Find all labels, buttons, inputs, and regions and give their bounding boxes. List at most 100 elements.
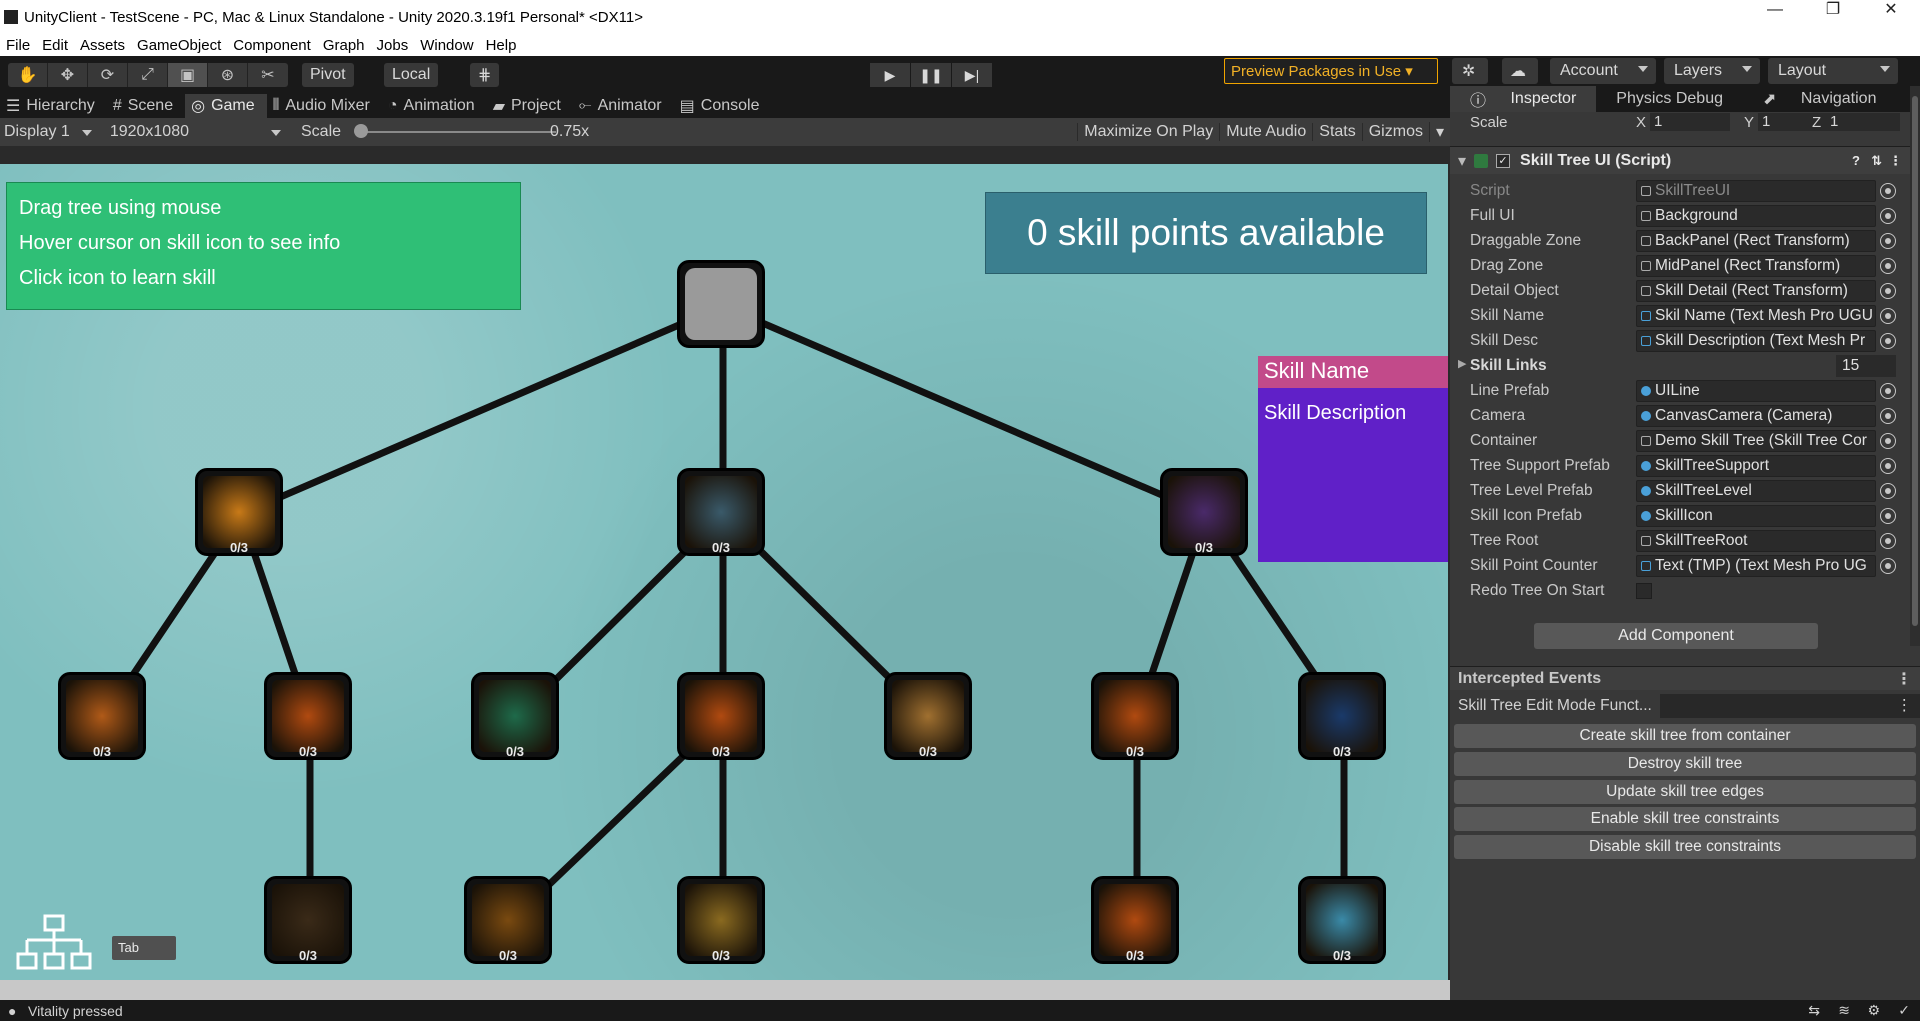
- object-picker-icon[interactable]: [1880, 207, 1896, 224]
- tab-skill-tree-edit-mode[interactable]: Skill Tree Edit Mode Funct...: [1450, 694, 1660, 718]
- skill-node[interactable]: 0/3: [677, 672, 765, 760]
- tab-project[interactable]: ▰ Project: [487, 94, 573, 118]
- menu-assets[interactable]: Assets: [74, 37, 131, 54]
- object-picker-icon[interactable]: [1880, 507, 1896, 524]
- menu-window[interactable]: Window: [414, 37, 479, 54]
- menu-graph[interactable]: Graph: [317, 37, 371, 54]
- skill-node[interactable]: 0/3: [464, 876, 552, 964]
- object-picker-icon[interactable]: [1880, 257, 1896, 274]
- tree-root-field[interactable]: SkillTreeRoot: [1636, 529, 1876, 552]
- close-button[interactable]: ✕: [1862, 0, 1920, 20]
- custom-tool-icon[interactable]: ✂: [248, 63, 288, 87]
- skill-node[interactable]: 0/3: [58, 672, 146, 760]
- drag-zone-field[interactable]: MidPanel (Rect Transform): [1636, 254, 1876, 277]
- skill-node[interactable]: 0/3: [1091, 876, 1179, 964]
- debug-icon[interactable]: ⚙: [1867, 1002, 1880, 1019]
- collab-icon[interactable]: ✲: [1452, 58, 1488, 84]
- step-icon[interactable]: ▶|: [952, 63, 992, 87]
- tab-navigation[interactable]: ⬈ Navigation: [1743, 86, 1896, 112]
- scale-tool-icon[interactable]: ⤢: [128, 63, 168, 87]
- field-row-skill-links[interactable]: ▶ Skill Links 15: [1450, 353, 1910, 378]
- scale-x-field[interactable]: 1: [1650, 113, 1730, 131]
- cloud-icon[interactable]: ☁: [1502, 58, 1538, 84]
- resolution-dropdown[interactable]: 1920x1080: [106, 123, 289, 141]
- create-skill-tree-button[interactable]: Create skill tree from container: [1454, 724, 1916, 748]
- foldout-arrow-icon[interactable]: ▾: [1458, 151, 1466, 171]
- layers-dropdown[interactable]: Layers: [1664, 58, 1760, 84]
- update-skill-tree-edges-button[interactable]: Update skill tree edges: [1454, 780, 1916, 804]
- object-picker-icon[interactable]: [1880, 332, 1896, 349]
- tab-audio-mixer[interactable]: ⫴ Audio Mixer: [267, 94, 382, 118]
- menu-component[interactable]: Component: [227, 37, 317, 54]
- skill-node[interactable]: 0/3: [264, 876, 352, 964]
- component-header[interactable]: ▾ ✓ Skill Tree UI (Script) ? ⇅ ⋮: [1450, 146, 1910, 174]
- draggable-zone-field[interactable]: BackPanel (Rect Transform): [1636, 229, 1876, 252]
- enabled-checkbox[interactable]: ✓: [1496, 153, 1511, 168]
- minimize-button[interactable]: —: [1746, 0, 1804, 20]
- skill-node[interactable]: 0/3: [677, 468, 765, 556]
- hand-tool-icon[interactable]: ✋: [8, 63, 48, 87]
- skill-tree-canvas[interactable]: Drag tree using mouse Hover cursor on sk…: [0, 164, 1448, 980]
- more-options-icon[interactable]: ⋮: [1889, 153, 1902, 169]
- tab-game[interactable]: ◎ Game: [185, 94, 267, 118]
- help-icon[interactable]: ?: [1852, 153, 1860, 168]
- pivot-toggle[interactable]: Pivot: [302, 63, 354, 87]
- scale-slider-track[interactable]: [356, 131, 556, 133]
- menu-edit[interactable]: Edit: [36, 37, 74, 54]
- stats-toggle[interactable]: Stats: [1312, 123, 1361, 141]
- object-picker-icon[interactable]: [1880, 382, 1896, 399]
- check-icon[interactable]: ✓: [1898, 1002, 1910, 1019]
- full-ui-field[interactable]: Background: [1636, 204, 1876, 227]
- tab-scene[interactable]: # Scene: [107, 94, 185, 118]
- gizmos-dropdown-icon[interactable]: ▾: [1428, 122, 1450, 142]
- local-toggle[interactable]: Local: [384, 63, 439, 87]
- tab-inspector[interactable]: ⓘ Inspector: [1450, 86, 1597, 112]
- menu-file[interactable]: File: [0, 37, 36, 54]
- scale-z-field[interactable]: 1: [1826, 113, 1900, 131]
- skill-node[interactable]: 0/3: [677, 876, 765, 964]
- tab-animation[interactable]: ◔ Animation: [382, 94, 487, 118]
- skill-node[interactable]: 0/3: [1298, 672, 1386, 760]
- scrollbar-thumb[interactable]: [1912, 96, 1918, 626]
- account-dropdown[interactable]: Account: [1550, 58, 1656, 84]
- menu-jobs[interactable]: Jobs: [371, 37, 415, 54]
- object-picker-icon[interactable]: [1880, 232, 1896, 249]
- skill-node[interactable]: 0/3: [195, 468, 283, 556]
- foldout-arrow-icon[interactable]: ▶: [1458, 357, 1466, 370]
- skill-node[interactable]: 0/3: [1091, 672, 1179, 760]
- skill-tree-root[interactable]: [677, 260, 765, 348]
- object-picker-icon[interactable]: [1880, 282, 1896, 299]
- tab-hierarchy[interactable]: ☰ Hierarchy: [0, 94, 107, 118]
- object-picker-icon[interactable]: [1880, 432, 1896, 449]
- scale-slider-handle[interactable]: [354, 124, 368, 138]
- destroy-skill-tree-button[interactable]: Destroy skill tree: [1454, 752, 1916, 776]
- tree-support-prefab-field[interactable]: SkillTreeSupport: [1636, 454, 1876, 477]
- skill-icon-prefab-field[interactable]: SkillIcon: [1636, 504, 1876, 527]
- skill-node[interactable]: 0/3: [884, 672, 972, 760]
- restore-button[interactable]: ❐: [1804, 0, 1862, 20]
- object-picker-icon[interactable]: [1880, 557, 1896, 574]
- rect-tool-icon[interactable]: ▣: [168, 63, 208, 87]
- tab-console[interactable]: ▤ Console: [674, 94, 772, 118]
- skill-node[interactable]: 0/3: [1160, 468, 1248, 556]
- inspector-scrollbar[interactable]: [1910, 86, 1920, 646]
- line-prefab-field[interactable]: UILine: [1636, 379, 1876, 402]
- menu-gameobject[interactable]: GameObject: [131, 37, 227, 54]
- transform-tool-icon[interactable]: ⊛: [208, 63, 248, 87]
- menu-help[interactable]: Help: [480, 37, 523, 54]
- object-picker-icon[interactable]: [1880, 457, 1896, 474]
- pause-icon[interactable]: ❚❚: [911, 63, 951, 87]
- disable-constraints-button[interactable]: Disable skill tree constraints: [1454, 835, 1916, 859]
- rotate-tool-icon[interactable]: ⟳: [88, 63, 128, 87]
- skill-node[interactable]: 0/3: [471, 672, 559, 760]
- object-picker-icon[interactable]: [1880, 407, 1896, 424]
- tree-level-prefab-field[interactable]: SkillTreeLevel: [1636, 479, 1876, 502]
- more-options-icon[interactable]: ⋮: [1896, 669, 1912, 689]
- skill-links-count[interactable]: 15: [1836, 354, 1896, 377]
- layers-icon[interactable]: ≋: [1838, 1002, 1850, 1019]
- add-component-button[interactable]: Add Component: [1534, 623, 1818, 649]
- tab-physics-debug[interactable]: Physics Debug: [1596, 86, 1743, 112]
- mute-audio-toggle[interactable]: Mute Audio: [1219, 123, 1312, 141]
- play-icon[interactable]: ▶: [870, 63, 910, 87]
- object-picker-icon[interactable]: [1880, 182, 1896, 199]
